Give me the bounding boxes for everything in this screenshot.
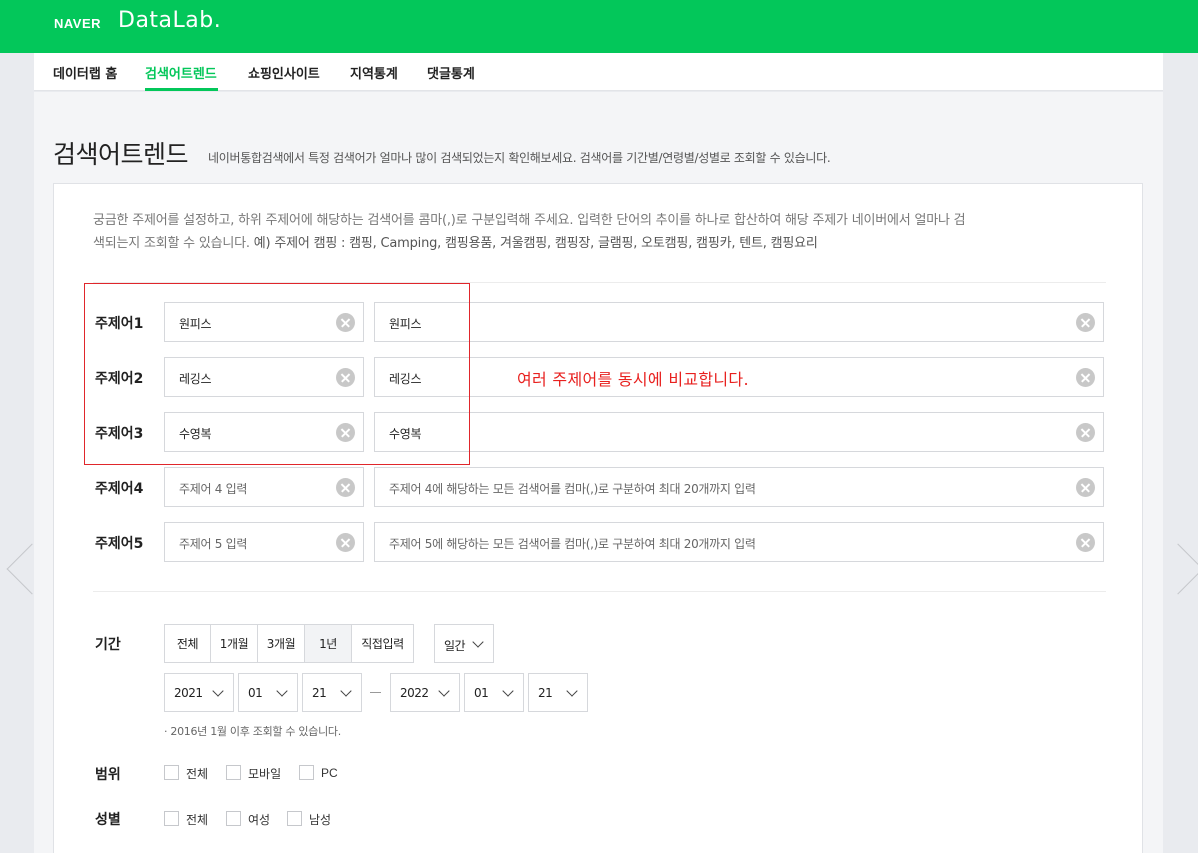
chevron-down-icon	[340, 685, 352, 697]
end-day-select[interactable]: 21	[528, 673, 588, 712]
end-year-select[interactable]: 2022	[390, 673, 460, 712]
start-year-value: 2021	[174, 686, 203, 700]
page-description: 네이버통합검색에서 특정 검색어가 얼마나 많이 검색되었는지 확인해보세요. …	[208, 151, 831, 165]
end-month-value: 01	[474, 686, 489, 700]
gender-all-checkbox[interactable]	[164, 811, 179, 826]
period-all[interactable]: 전체	[164, 624, 211, 663]
nav-regional-stats[interactable]: 지역통계	[350, 63, 398, 82]
gender-all-label[interactable]: 전체	[186, 811, 208, 828]
subject-4-topic-placeholder: 주제어 4 입력	[179, 482, 248, 496]
period-1month[interactable]: 1개월	[210, 624, 258, 663]
gender-male-checkbox[interactable]	[287, 811, 302, 826]
period-1year[interactable]: 1년	[304, 624, 352, 663]
naver-logo[interactable]: NAVER	[54, 16, 101, 31]
clear-icon[interactable]	[1076, 423, 1095, 442]
datalab-logo[interactable]: DataLab.	[118, 8, 221, 33]
start-month-select[interactable]: 01	[238, 673, 298, 712]
chevron-down-icon	[276, 685, 288, 697]
clear-icon[interactable]	[336, 533, 355, 552]
nav-shopping-insight[interactable]: 쇼핑인사이트	[248, 63, 320, 82]
chevron-down-icon	[212, 685, 224, 697]
end-month-select[interactable]: 01	[464, 673, 524, 712]
gender-female-checkbox[interactable]	[226, 811, 241, 826]
scope-label: 범위	[95, 767, 121, 783]
intro-text: 궁금한 주제어를 설정하고, 하위 주제어에 해당하는 검색어를 콤마(,)로 …	[93, 209, 1113, 255]
scope-pc-label[interactable]: PC	[321, 766, 338, 780]
subject-4-keywords-input[interactable]: 주제어 4에 해당하는 모든 검색어를 컴마(,)로 구분하여 최대 20개까지…	[374, 467, 1104, 507]
active-tab-indicator	[145, 88, 218, 91]
period-label: 기간	[95, 637, 121, 653]
period-3months[interactable]: 3개월	[257, 624, 305, 663]
intro-example: 예) 주제어 캠핑 : 캠핑, Camping, 캠핑용품, 겨울캠핑, 캠핑장…	[253, 236, 818, 251]
clear-icon[interactable]	[1076, 313, 1095, 332]
period-custom[interactable]: 직접입력	[351, 624, 414, 663]
subject-5-topic-input[interactable]: 주제어 5 입력	[164, 522, 364, 562]
start-day-select[interactable]: 21	[302, 673, 362, 712]
interval-select[interactable]: 일간	[434, 624, 494, 663]
clear-icon[interactable]	[336, 478, 355, 497]
date-note: · 2016년 1월 이후 조회할 수 있습니다.	[164, 725, 341, 738]
chevron-down-icon	[566, 685, 578, 697]
scope-pc-checkbox[interactable]	[299, 765, 314, 780]
subject-5-label: 주제어5	[95, 536, 144, 552]
subject-4-keywords-placeholder: 주제어 4에 해당하는 모든 검색어를 컴마(,)로 구분하여 최대 20개까지…	[389, 482, 756, 496]
scope-all-label[interactable]: 전체	[186, 765, 208, 782]
clear-icon[interactable]	[1076, 368, 1095, 387]
start-month-value: 01	[248, 686, 263, 700]
clear-icon[interactable]	[1076, 533, 1095, 552]
scope-all-checkbox[interactable]	[164, 765, 179, 780]
intro-line-2-text: 색되는지 조회할 수 있습니다.	[93, 236, 254, 251]
date-range-dash	[370, 692, 381, 693]
end-day-value: 21	[538, 686, 553, 700]
chevron-down-icon	[502, 685, 514, 697]
period-options: 전체 1개월 3개월 1년 직접입력	[164, 624, 414, 663]
subject-1-keywords-input[interactable]: 원피스	[374, 302, 1104, 342]
nav-search-trend[interactable]: 검색어트렌드	[145, 63, 217, 82]
subject-4-label: 주제어4	[95, 481, 144, 497]
annotation-text: 여러 주제어를 동시에 비교합니다.	[517, 370, 749, 389]
subject-5-keywords-placeholder: 주제어 5에 해당하는 모든 검색어를 컴마(,)로 구분하여 최대 20개까지…	[389, 537, 756, 551]
start-day-value: 21	[312, 686, 327, 700]
divider	[93, 591, 1106, 592]
gender-female-label[interactable]: 여성	[248, 811, 270, 828]
intro-line-1: 궁금한 주제어를 설정하고, 하위 주제어에 해당하는 검색어를 콤마(,)로 …	[93, 213, 966, 228]
highlight-box	[84, 283, 470, 465]
subject-3-keywords-input[interactable]: 수영복	[374, 412, 1104, 452]
nav-datalab-home[interactable]: 데이터랩 홈	[53, 63, 117, 82]
subject-5-keywords-input[interactable]: 주제어 5에 해당하는 모든 검색어를 컴마(,)로 구분하여 최대 20개까지…	[374, 522, 1104, 562]
main-nav: 데이터랩 홈 검색어트렌드 쇼핑인사이트 지역통계 댓글통계	[34, 53, 1163, 91]
nav-comment-stats[interactable]: 댓글통계	[427, 63, 475, 82]
chevron-down-icon	[472, 636, 484, 648]
top-bar: NAVER DataLab.	[0, 0, 1198, 53]
gender-male-label[interactable]: 남성	[309, 811, 331, 828]
gender-label: 성별	[95, 812, 121, 828]
scope-mobile-label[interactable]: 모바일	[248, 765, 281, 782]
page-title: 검색어트렌드	[53, 140, 189, 169]
intro-line-2: 색되는지 조회할 수 있습니다. 예) 주제어 캠핑 : 캠핑, Camping…	[93, 232, 1113, 255]
clear-icon[interactable]	[1076, 478, 1095, 497]
interval-value: 일간	[444, 639, 466, 653]
chevron-down-icon	[438, 685, 450, 697]
end-year-value: 2022	[400, 686, 429, 700]
start-year-select[interactable]: 2021	[164, 673, 234, 712]
scope-mobile-checkbox[interactable]	[226, 765, 241, 780]
subject-5-topic-placeholder: 주제어 5 입력	[179, 537, 248, 551]
subject-4-topic-input[interactable]: 주제어 4 입력	[164, 467, 364, 507]
